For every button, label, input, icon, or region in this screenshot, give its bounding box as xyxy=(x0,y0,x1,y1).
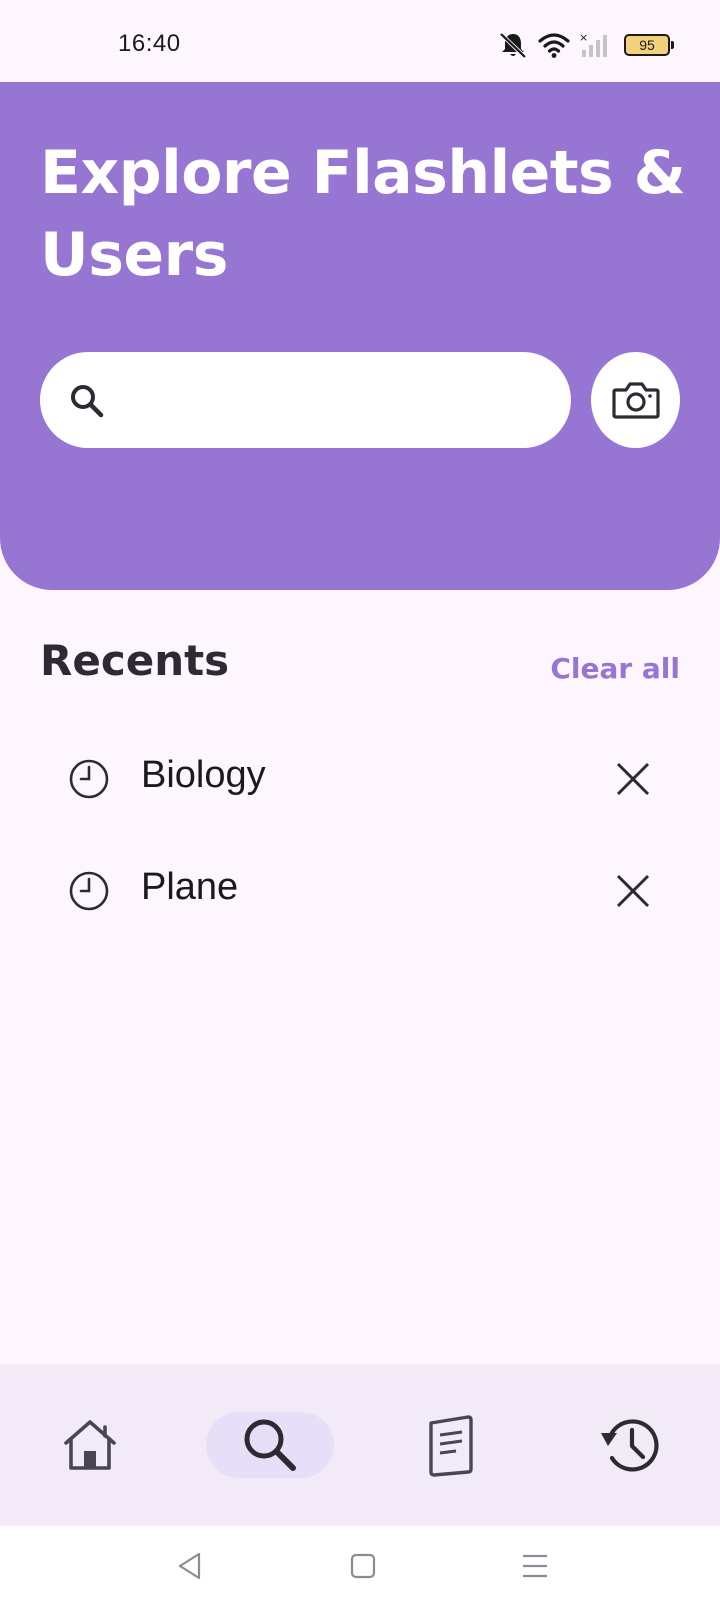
system-nav-bar xyxy=(0,1526,720,1612)
wifi-icon xyxy=(538,33,570,58)
home-square-icon[interactable] xyxy=(345,1548,381,1584)
battery-level: 95 xyxy=(639,37,655,53)
search-bar[interactable] xyxy=(40,352,571,448)
home-icon xyxy=(64,1420,116,1470)
history-icon xyxy=(601,1419,659,1472)
search-icon xyxy=(71,385,104,418)
back-icon[interactable] xyxy=(173,1548,209,1584)
status-bar: 16:40 × 95 xyxy=(0,0,720,82)
recent-item-biology[interactable]: Biology xyxy=(0,724,720,834)
camera-button[interactable] xyxy=(591,352,680,448)
close-icon[interactable] xyxy=(612,758,654,800)
recents-title: Recents xyxy=(40,636,230,685)
nav-home[interactable] xyxy=(26,1412,154,1478)
status-icons: × 95 xyxy=(496,28,674,62)
search-icon xyxy=(244,1419,296,1471)
bottom-nav xyxy=(0,1364,720,1526)
status-time: 16:40 xyxy=(118,30,181,57)
nav-history[interactable] xyxy=(566,1412,694,1478)
bell-muted-icon xyxy=(499,32,527,59)
close-icon[interactable] xyxy=(612,870,654,912)
recent-item-label: Biology xyxy=(141,754,266,796)
nav-search[interactable] xyxy=(206,1412,334,1478)
recent-item-label: Plane xyxy=(141,866,239,908)
battery-icon: 95 xyxy=(624,34,674,56)
clock-icon xyxy=(69,759,109,799)
clear-all-button[interactable]: Clear all xyxy=(550,652,680,685)
page-title: Explore Flashlets & Users xyxy=(40,138,686,290)
menu-icon[interactable] xyxy=(517,1548,553,1584)
signal-icon: × xyxy=(579,31,607,57)
search-input[interactable] xyxy=(126,372,550,430)
flashcards-icon xyxy=(429,1415,473,1477)
clock-icon xyxy=(69,871,109,911)
recent-item-plane[interactable]: Plane xyxy=(0,836,720,946)
camera-icon xyxy=(611,382,660,419)
svg-text:×: × xyxy=(579,31,588,44)
nav-flashcards[interactable] xyxy=(386,1412,514,1478)
